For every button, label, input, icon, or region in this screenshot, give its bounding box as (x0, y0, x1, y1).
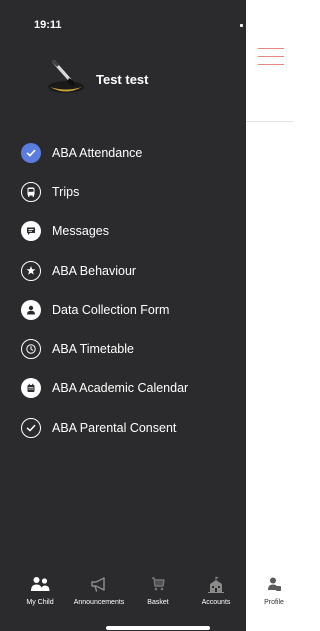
tab-accounts[interactable]: Accounts (194, 575, 238, 606)
tab-label: Accounts (201, 599, 231, 606)
tab-my-child[interactable]: My Child (18, 575, 62, 606)
star-hand-icon (21, 260, 41, 281)
tab-label: Announcements (73, 599, 125, 606)
menu-item-label: ABA Behaviour (52, 263, 137, 278)
people-icon (30, 575, 50, 593)
menu-item-label: ABA Attendance (52, 145, 143, 160)
home-indicator (106, 626, 210, 630)
check-circle-icon (21, 142, 41, 163)
user-name: Test test (96, 72, 149, 87)
school-building-icon (206, 575, 226, 593)
chat-bubble-icon (21, 221, 41, 242)
menu-item-label: ABA Academic Calendar (52, 381, 189, 396)
tab-label: Profile (264, 599, 284, 606)
app-screen: 19:11 Test test ABA Attendance Trips Mes… (0, 0, 294, 631)
menu-item-aba-behaviour[interactable]: ABA Behaviour (0, 251, 246, 290)
profile-icon (264, 575, 284, 593)
tab-label: Basket (147, 599, 169, 606)
calendar-icon (21, 378, 41, 399)
menu-item-label: ABA Timetable (52, 342, 134, 357)
paintbrush-avatar-icon (44, 56, 88, 96)
menu-item-label: Messages (52, 224, 109, 239)
tab-profile[interactable]: Profile (258, 575, 290, 606)
menu-item-trips[interactable]: Trips (0, 172, 246, 211)
signal-icon (240, 24, 243, 27)
tab-label: My Child (26, 599, 54, 606)
menu-item-data-collection-form[interactable]: Data Collection Form (0, 290, 246, 329)
hamburger-menu-icon[interactable] (258, 48, 284, 68)
menu-item-messages[interactable]: Messages (0, 212, 246, 251)
menu-item-label: Trips (52, 184, 80, 199)
clock-icon (21, 339, 41, 360)
cart-icon (148, 575, 168, 593)
header-divider (246, 121, 294, 122)
menu-item-label: ABA Parental Consent (52, 420, 177, 435)
bottom-navigation: My Child Announcements Basket Accounts P… (0, 575, 294, 631)
status-bar-time: 19:11 (34, 19, 62, 31)
megaphone-icon (89, 575, 109, 593)
person-icon (21, 299, 41, 320)
menu-item-aba-academic-calendar[interactable]: ABA Academic Calendar (0, 369, 246, 408)
check-outline-icon (21, 417, 41, 438)
menu-item-label: Data Collection Form (52, 302, 170, 317)
drawer-menu: ABA Attendance Trips Messages ABA Behavi… (0, 133, 246, 447)
tab-announcements[interactable]: Announcements (66, 575, 132, 606)
menu-item-aba-attendance[interactable]: ABA Attendance (0, 133, 246, 172)
menu-item-aba-parental-consent[interactable]: ABA Parental Consent (0, 408, 246, 447)
menu-item-aba-timetable[interactable]: ABA Timetable (0, 329, 246, 368)
navigation-drawer: 19:11 Test test ABA Attendance Trips Mes… (0, 0, 246, 631)
bus-icon (21, 181, 41, 202)
tab-basket[interactable]: Basket (140, 575, 176, 606)
